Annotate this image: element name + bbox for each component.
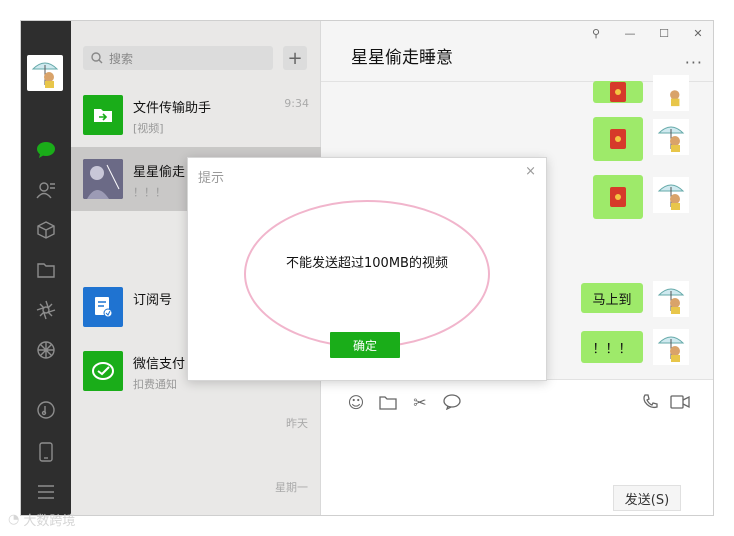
nav-sidebar [21,21,71,515]
watermark-text: 大数跨境 [23,514,76,529]
files-icon[interactable] [33,257,59,283]
more-options-icon[interactable]: ··· [685,53,703,72]
red-packet-icon [610,82,626,102]
ok-button[interactable]: 确定 [330,332,400,358]
sender-avatar [653,281,689,317]
chat-time: 9:34 [284,97,309,110]
chat-name: 微信支付 [133,357,186,372]
dialog-message: 不能发送超过100MB的视频 [286,256,448,271]
contacts-icon[interactable] [33,177,59,203]
chat-preview: 扣费通知 [133,378,177,391]
red-packet-bubble[interactable] [593,81,643,103]
close-icon[interactable]: ✕ [681,21,713,45]
chat-name: 文件传输助手 [133,101,212,116]
chat-icon[interactable] [33,137,59,163]
phone-icon[interactable] [33,439,59,465]
contact-avatar [83,159,123,199]
chat-preview: ！！！ [133,186,166,199]
menu-icon[interactable] [33,479,59,505]
maximize-icon[interactable]: ☐ [647,21,681,45]
red-packet-icon [610,129,626,149]
channels-icon[interactable] [33,337,59,363]
wechat-window: 搜索 + 文件传输助手 [视频] 9:34 星星偷走 ！！！ 订阅号 微信支付 … [20,20,714,516]
window-controls: ⚲ — ☐ ✕ [579,21,713,45]
emoji-icon[interactable]: ☺ [345,391,367,413]
sender-avatar [653,75,689,111]
phone-call-icon[interactable] [639,391,661,413]
message-bubble[interactable]: ！！！ [581,331,643,363]
chat-time-yesterday: 昨天 [286,417,308,430]
alert-dialog: 提示 × 不能发送超过100MB的视频 确定 [187,157,547,381]
chat-item-file-transfer[interactable]: 文件传输助手 [视频] 9:34 [71,83,321,147]
scissors-icon[interactable]: ✂ [409,391,431,413]
close-icon[interactable]: × [525,164,536,179]
sender-avatar [653,119,689,155]
subscription-icon [83,287,123,327]
search-box[interactable]: 搜索 [83,46,273,70]
dialog-title: 提示 [198,171,225,186]
chat-preview: [视频] [133,122,164,135]
music-icon[interactable] [33,397,59,423]
minimize-icon[interactable]: — [613,21,647,45]
search-placeholder: 搜索 [109,51,134,66]
red-packet-icon [610,187,626,207]
sender-avatar [653,329,689,365]
chat-time-monday: 星期一 [275,481,308,494]
send-button[interactable]: 发送(S) [613,485,681,511]
search-icon [91,52,103,64]
pin-icon[interactable]: ⚲ [579,21,613,45]
wechat-pay-icon [83,351,123,391]
user-avatar[interactable] [27,55,63,91]
red-packet-bubble[interactable] [593,117,643,161]
sender-avatar [653,177,689,213]
watermark-logo-icon: ◔ [8,512,20,527]
message-composer[interactable]: ☺ ✂ 发送(S) [321,379,713,515]
video-call-icon[interactable] [669,391,691,413]
message-bubble[interactable]: 马上到 [581,283,643,313]
chat-name: 订阅号 [133,293,173,308]
add-button[interactable]: + [283,46,307,70]
watermark: ◔ 大数跨境 [8,510,75,529]
highlight-ellipse [244,200,490,348]
chat-bubble-icon[interactable] [441,391,463,413]
file-transfer-icon [83,95,123,135]
chat-title: 星星偷走睡意 [351,48,453,68]
chat-name: 星星偷走 [133,165,186,180]
red-packet-bubble[interactable] [593,175,643,219]
folder-icon[interactable] [377,391,399,413]
moments-icon[interactable] [33,297,59,323]
favorites-icon[interactable] [33,217,59,243]
